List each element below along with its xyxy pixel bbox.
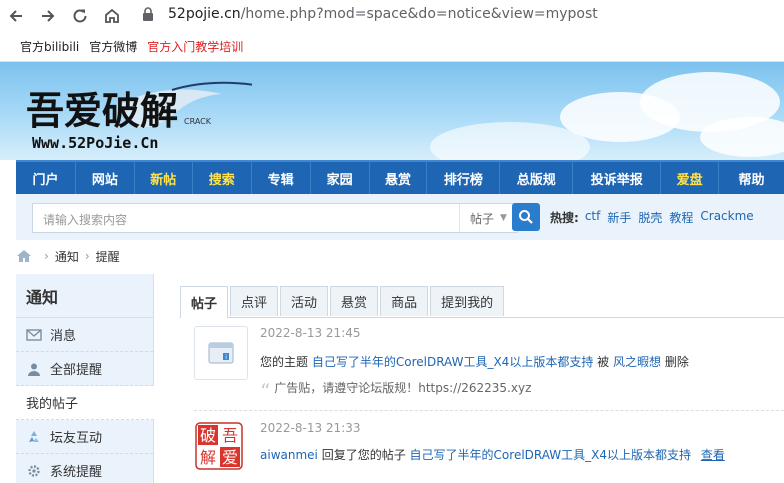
back-button[interactable] bbox=[0, 0, 32, 32]
tab-activities[interactable]: 活动 bbox=[280, 286, 329, 316]
chevron-right-icon: › bbox=[84, 249, 90, 263]
home-icon[interactable] bbox=[16, 249, 32, 263]
system-avatar: i bbox=[194, 326, 248, 380]
bookmark-bilibili[interactable]: 官方bilibili bbox=[20, 38, 79, 55]
sidebar-item-all-reminders[interactable]: 全部提醒 bbox=[16, 352, 153, 386]
sidebar: 通知 消息 全部提醒 我的帖子 坛友互动 系统提醒 bbox=[16, 274, 154, 483]
lock-icon bbox=[143, 7, 153, 21]
browser-toolbar: 52pojie.cn/home.php?mod=space&do=notice&… bbox=[0, 0, 784, 32]
envelope-icon bbox=[26, 328, 42, 342]
notice-text: aiwanmei 回复了您的帖子 自己写了半年的CorelDRAW工具_X4以上… bbox=[260, 448, 725, 462]
notice-text: 您的主题 自己写了半年的CorelDRAW工具_X4以上版本都支持 被 风之暇想… bbox=[260, 355, 689, 369]
notice-item: 破 吾 解 爱 2022-8-13 21:33 aiwanmei 回复了您的帖子… bbox=[194, 421, 784, 481]
home-button[interactable] bbox=[96, 0, 128, 32]
forward-button[interactable] bbox=[32, 0, 64, 32]
tab-mentions[interactable]: 提到我的 bbox=[430, 286, 505, 316]
svg-text:爱: 爱 bbox=[222, 448, 238, 467]
main-nav: 门户 网站 新帖 搜索 专辑 家园 悬赏 排行榜 总版规 投诉举报 爱盘 帮助 bbox=[16, 160, 784, 195]
nav-report[interactable]: 投诉举报 bbox=[573, 161, 662, 195]
chevron-down-icon: ▼ bbox=[500, 213, 507, 223]
svg-text:吾: 吾 bbox=[222, 426, 238, 445]
breadcrumb-notice[interactable]: 通知 bbox=[55, 248, 79, 265]
user-avatar[interactable]: 破 吾 解 爱 bbox=[194, 421, 244, 471]
user-link[interactable]: aiwanmei bbox=[260, 448, 318, 462]
hot-search: 热搜: ctf 新手 脱壳 教程 Crackme bbox=[550, 209, 761, 226]
notice-time: 2022-8-13 21:45 bbox=[260, 326, 361, 340]
tab-posts[interactable]: 帖子 bbox=[180, 286, 229, 318]
address-bar[interactable]: 52pojie.cn/home.php?mod=space&do=notice&… bbox=[142, 6, 598, 22]
user-link[interactable]: 风之暇想 bbox=[613, 355, 661, 369]
window-icon: i bbox=[208, 342, 234, 364]
nav-aipan[interactable]: 爱盘 bbox=[661, 161, 720, 195]
nav-reward[interactable]: 悬赏 bbox=[370, 161, 428, 195]
sidebar-item-my-posts[interactable]: 我的帖子 bbox=[16, 386, 154, 420]
search-icon bbox=[519, 210, 533, 224]
thread-link[interactable]: 自己写了半年的CorelDRAW工具_X4以上版本都支持 bbox=[410, 448, 691, 462]
nav-new-posts[interactable]: 新帖 bbox=[135, 161, 193, 195]
nav-ranking[interactable]: 排行榜 bbox=[427, 161, 501, 195]
sidebar-item-interactions[interactable]: 坛友互动 bbox=[16, 420, 153, 454]
tab-rewards[interactable]: 悬赏 bbox=[330, 286, 379, 316]
header-banner: 吾爱破解 CRACK Www.52PoJie.Cn bbox=[0, 62, 784, 160]
search-category-select[interactable]: 帖子 ▼ bbox=[459, 204, 517, 232]
search-bar: 请输入搜索内容 帖子 ▼ 热搜: ctf 新手 脱壳 教程 Crackme bbox=[16, 194, 784, 240]
search-placeholder: 请输入搜索内容 bbox=[43, 213, 128, 227]
notice-time: 2022-8-13 21:33 bbox=[260, 421, 361, 435]
notice-tabs: 帖子 点评 活动 悬赏 商品 提到我的 bbox=[180, 286, 784, 318]
url-domain: 52pojie.cn bbox=[168, 6, 241, 22]
breadcrumb: › 通知 › 提醒 bbox=[16, 246, 120, 266]
thread-link[interactable]: 自己写了半年的CorelDRAW工具_X4以上版本都支持 bbox=[312, 355, 593, 369]
arrow-right-icon bbox=[42, 10, 55, 22]
hot-search-label: 热搜: bbox=[550, 211, 579, 225]
svg-text:解: 解 bbox=[200, 448, 216, 467]
notice-quote: “广告贴，请遵守论坛版规！https://262235.xyz bbox=[260, 379, 532, 403]
search-button[interactable] bbox=[512, 203, 540, 231]
url-path: /home.php?mod=space&do=notice&view=mypos… bbox=[240, 6, 598, 22]
nav-search[interactable]: 搜索 bbox=[193, 161, 252, 195]
tab-comments[interactable]: 点评 bbox=[230, 286, 279, 316]
nav-help[interactable]: 帮助 bbox=[719, 161, 784, 195]
hot-tag-tutorial[interactable]: 教程 bbox=[669, 209, 693, 226]
nav-home[interactable]: 家园 bbox=[311, 161, 370, 195]
svg-text:破: 破 bbox=[200, 426, 216, 445]
quote-icon: “ bbox=[260, 379, 271, 403]
breadcrumb-remind[interactable]: 提醒 bbox=[96, 248, 120, 265]
reload-button[interactable] bbox=[64, 0, 96, 32]
hot-tag-ctf[interactable]: ctf bbox=[585, 209, 601, 226]
nav-portal[interactable]: 门户 bbox=[16, 161, 76, 195]
search-input[interactable]: 请输入搜索内容 帖子 ▼ bbox=[32, 203, 518, 233]
notice-item: i 2022-8-13 21:45 您的主题 自己写了半年的CorelDRAW工… bbox=[194, 326, 784, 406]
hot-tag-newbie[interactable]: 新手 bbox=[607, 209, 631, 226]
reload-icon bbox=[73, 9, 87, 23]
hot-tag-crackme[interactable]: Crackme bbox=[700, 209, 753, 226]
bookmarks-bar: 官方bilibili 官方微博 官方入门教学培训 bbox=[0, 32, 784, 62]
recycle-icon bbox=[26, 430, 42, 444]
nav-rules[interactable]: 总版规 bbox=[500, 161, 574, 195]
chevron-right-icon: › bbox=[44, 249, 49, 263]
logo-wordmark: 吾爱破解 bbox=[26, 88, 178, 133]
bookmark-weibo[interactable]: 官方微博 bbox=[89, 38, 137, 55]
sidebar-item-messages[interactable]: 消息 bbox=[16, 318, 153, 352]
bookmark-training[interactable]: 官方入门教学培训 bbox=[147, 38, 243, 55]
divider bbox=[194, 410, 784, 411]
view-link[interactable]: 查看 bbox=[701, 448, 725, 462]
arrow-left-icon bbox=[9, 10, 22, 22]
gear-icon bbox=[26, 464, 42, 478]
hot-tag-unpack[interactable]: 脱壳 bbox=[638, 209, 662, 226]
nav-albums[interactable]: 专辑 bbox=[252, 161, 311, 195]
home-icon bbox=[105, 8, 119, 23]
tab-goods[interactable]: 商品 bbox=[380, 286, 429, 316]
logo-url: Www.52PoJie.Cn bbox=[32, 134, 158, 152]
site-logo[interactable]: 吾爱破解 CRACK Www.52PoJie.Cn bbox=[22, 76, 252, 156]
sidebar-item-system[interactable]: 系统提醒 bbox=[16, 454, 153, 483]
sidebar-title: 通知 bbox=[16, 274, 153, 318]
nav-site[interactable]: 网站 bbox=[76, 161, 135, 195]
logo-crack: CRACK bbox=[184, 117, 212, 126]
person-icon bbox=[26, 362, 42, 376]
